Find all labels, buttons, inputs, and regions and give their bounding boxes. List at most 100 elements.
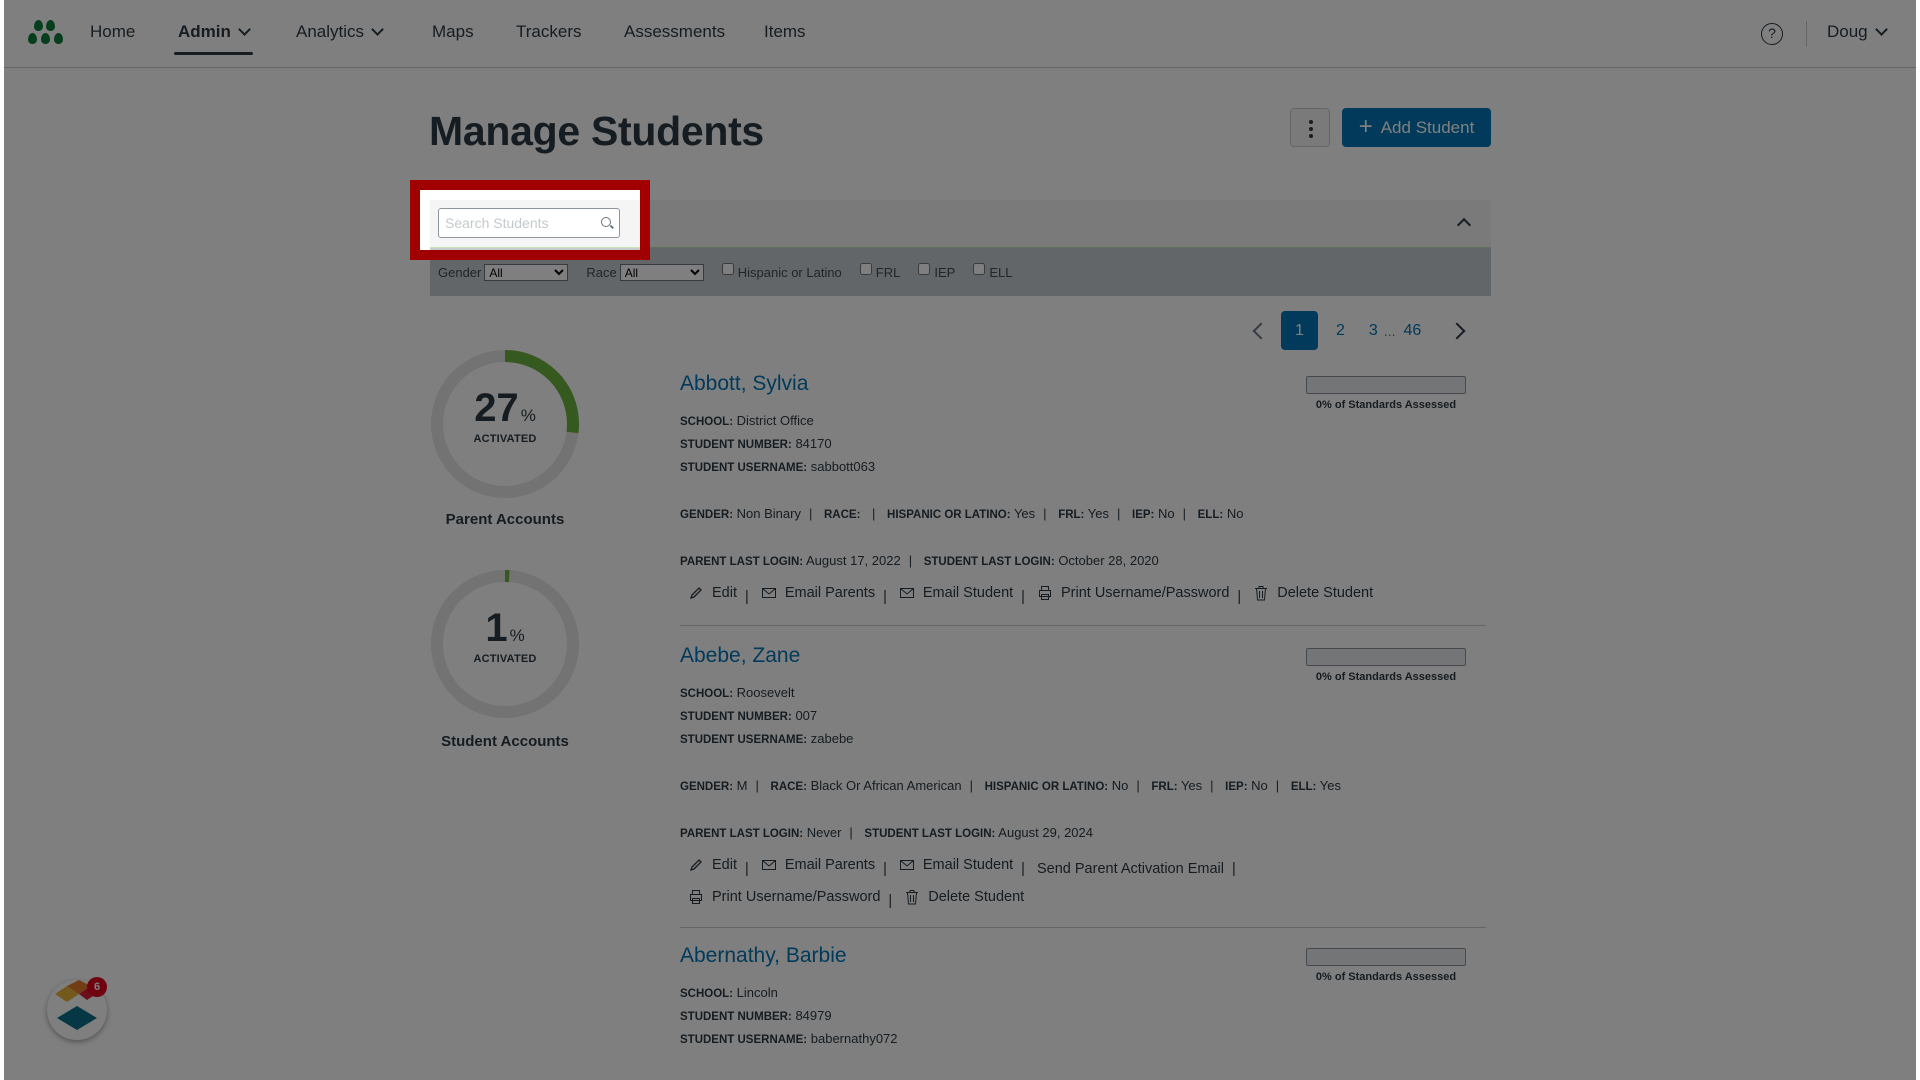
- student-actions: Edit | Email Parents | Email Student | Send…: [680, 851, 1486, 915]
- nav-admin-label: Admin: [178, 22, 231, 41]
- screen-edge: [0, 0, 4, 1080]
- nav-analytics-label: Analytics: [296, 22, 365, 41]
- edit-link[interactable]: Edit: [688, 851, 737, 879]
- kebab-dot: [1309, 134, 1313, 138]
- donut-sublabel: ACTIVATED: [473, 433, 537, 445]
- frl-checkbox[interactable]: [859, 263, 872, 275]
- field-value: Yes: [1180, 778, 1203, 793]
- separator: |: [872, 506, 876, 521]
- print-credentials-link[interactable]: Print Username/Password: [1037, 579, 1229, 607]
- previous-page-icon[interactable]: [1252, 322, 1270, 339]
- frl-filter[interactable]: FRL: [859, 263, 900, 280]
- progress-bar: [1306, 376, 1466, 394]
- field-label: RACE:: [823, 509, 861, 521]
- add-student-button[interactable]: + Add Student: [1342, 108, 1491, 147]
- email-student-link[interactable]: Email Student: [899, 851, 1013, 879]
- nav-divider: [1806, 21, 1807, 47]
- donut-sublabel: ACTIVATED: [473, 653, 537, 665]
- send-activation-email-link[interactable]: Send Parent Activation Email: [1037, 855, 1224, 883]
- progress-label: 0% of Standards Assessed: [1315, 971, 1457, 983]
- nav-items[interactable]: Items: [764, 22, 806, 42]
- edit-link[interactable]: Edit: [688, 579, 737, 607]
- page-1[interactable]: 1: [1281, 311, 1318, 350]
- kebab-dot: [1309, 127, 1313, 131]
- pagination: 1 2 3 ... 46: [1252, 311, 1466, 350]
- separator: |: [883, 861, 887, 877]
- separator: |: [745, 589, 749, 605]
- field-label: STUDENT NUMBER:: [680, 439, 792, 451]
- nav-admin[interactable]: Admin: [174, 22, 253, 55]
- app-logo[interactable]: [28, 20, 68, 48]
- email-student-link[interactable]: Email Student: [899, 579, 1013, 607]
- separator: |: [1043, 506, 1047, 521]
- nav-analytics[interactable]: Analytics: [296, 22, 384, 42]
- ell-filter[interactable]: ELL: [973, 263, 1012, 280]
- field-value: zabebe: [810, 731, 854, 746]
- email-parents-link[interactable]: Email Parents: [761, 851, 875, 879]
- student-name-link[interactable]: Abernathy, Barbie: [680, 944, 847, 968]
- separator: |: [755, 778, 759, 793]
- envelope-icon: [899, 588, 914, 598]
- delete-label: Delete Student: [928, 889, 1025, 905]
- iep-checkbox[interactable]: [918, 263, 931, 275]
- field-label: HISPANIC OR LATINO:: [984, 781, 1109, 793]
- field-value: Yes: [1319, 778, 1341, 793]
- nav-maps[interactable]: Maps: [432, 22, 474, 42]
- search-input[interactable]: [439, 209, 589, 237]
- separator: |: [849, 825, 853, 840]
- nav-home[interactable]: Home: [90, 22, 135, 42]
- email-parents-link[interactable]: Email Parents: [761, 579, 875, 607]
- chevron-down-icon: [1874, 23, 1888, 36]
- percent-symbol: %: [509, 626, 525, 645]
- separator: |: [1116, 506, 1121, 521]
- iep-label: IEP: [934, 264, 956, 280]
- field-label: FRL:: [1058, 509, 1085, 521]
- hispanic-checkbox[interactable]: [721, 263, 734, 275]
- pencil-icon: [689, 587, 702, 600]
- field-value: District Office: [736, 413, 814, 428]
- next-page-icon[interactable]: [1448, 322, 1466, 339]
- printer-icon: [690, 890, 702, 904]
- hispanic-filter[interactable]: Hispanic or Latino: [721, 263, 842, 280]
- page-3[interactable]: 3: [1369, 322, 1378, 340]
- student-name-link[interactable]: Abebe, Zane: [680, 644, 800, 668]
- separator: |: [745, 861, 749, 877]
- field-label: SCHOOL:: [680, 688, 734, 700]
- delete-student-link[interactable]: Delete Student: [904, 883, 1024, 911]
- add-student-label: Add Student: [1380, 117, 1475, 137]
- filter-panel-header: [430, 200, 1491, 248]
- field-label: STUDENT LAST LOGIN:: [923, 556, 1055, 568]
- separator: |: [1210, 778, 1214, 793]
- standards-progress: 0% of Standards Assessed: [1306, 948, 1466, 983]
- username-line: STUDENT USERNAME: babernathy072: [680, 1028, 1486, 1051]
- field-value: 007: [795, 708, 818, 723]
- donut-value: 27%: [429, 388, 581, 428]
- student-name-link[interactable]: Abbott, Sylvia: [680, 372, 808, 396]
- login-line: PARENT LAST LOGIN: Never | STUDENT LAST L…: [680, 822, 1486, 845]
- iep-filter[interactable]: IEP: [918, 263, 956, 280]
- nav-assessments[interactable]: Assessments: [624, 22, 725, 42]
- nav-trackers[interactable]: Trackers: [516, 22, 582, 42]
- separator: |: [808, 506, 813, 521]
- chevron-up-icon[interactable]: [1456, 217, 1472, 233]
- progress-label: 0% of Standards Assessed: [1315, 399, 1457, 411]
- ell-checkbox[interactable]: [973, 263, 986, 275]
- race-select[interactable]: All: [619, 263, 704, 281]
- feedback-widget[interactable]: 6: [47, 977, 107, 1040]
- print-credentials-link[interactable]: Print Username/Password: [688, 883, 880, 911]
- page-last[interactable]: 46: [1403, 322, 1421, 340]
- more-options-button[interactable]: [1290, 108, 1330, 147]
- search-field[interactable]: [438, 208, 620, 238]
- student-accounts-label: Student Accounts: [441, 733, 569, 750]
- field-label: FRL:: [1151, 781, 1178, 793]
- help-icon[interactable]: ?: [1761, 23, 1783, 45]
- page-2[interactable]: 2: [1336, 322, 1345, 340]
- delete-student-link[interactable]: Delete Student: [1253, 579, 1373, 607]
- search-icon[interactable]: [601, 217, 611, 227]
- plus-icon: +: [1358, 112, 1373, 140]
- separator: |: [1021, 589, 1025, 605]
- gender-select[interactable]: All: [484, 263, 569, 281]
- field-label: ELL:: [1290, 781, 1317, 793]
- user-menu[interactable]: Doug: [1827, 22, 1888, 42]
- student-number-line: STUDENT NUMBER: 84979: [680, 1005, 1486, 1028]
